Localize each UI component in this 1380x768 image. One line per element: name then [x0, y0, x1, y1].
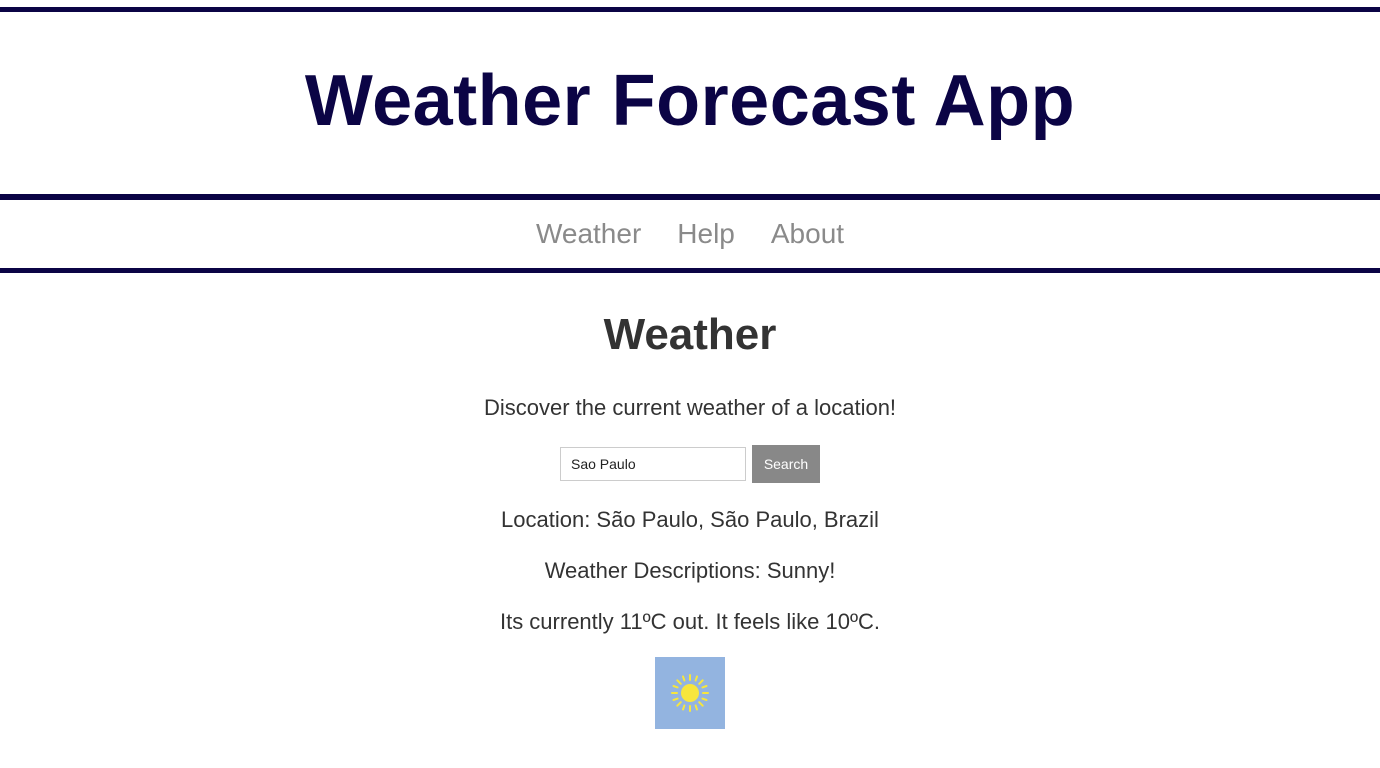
main-content: Weather Discover the current weather of …	[0, 273, 1380, 729]
nav-item-weather[interactable]: Weather	[536, 218, 641, 250]
sun-icon	[671, 674, 709, 712]
page-title: Weather	[603, 310, 777, 359]
tagline: Discover the current weather of a locati…	[483, 395, 897, 420]
location-input[interactable]	[560, 447, 746, 481]
location-text: Location: São Paulo, São Paulo, Brazil	[501, 507, 879, 532]
nav-item-help[interactable]: Help	[677, 218, 735, 250]
app-header: Weather Forecast App	[0, 12, 1380, 194]
search-form: Search	[0, 445, 1380, 483]
search-button[interactable]: Search	[752, 445, 820, 483]
temperature-text: Its currently 11ºC out. It feels like 10…	[499, 609, 881, 634]
app-title: Weather Forecast App	[304, 61, 1076, 141]
nav-item-about[interactable]: About	[771, 218, 844, 250]
weather-description: Weather Descriptions: Sunny!	[544, 558, 836, 583]
main-nav: Weather Help About	[0, 200, 1380, 268]
weather-icon-image	[655, 657, 725, 729]
